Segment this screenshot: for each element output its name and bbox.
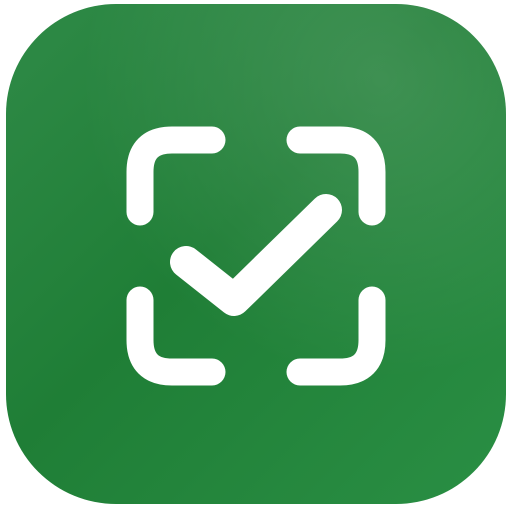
app-icon-canvas (0, 0, 512, 512)
scan-check-icon[interactable] (0, 0, 512, 512)
icon-background-shine (6, 4, 506, 504)
